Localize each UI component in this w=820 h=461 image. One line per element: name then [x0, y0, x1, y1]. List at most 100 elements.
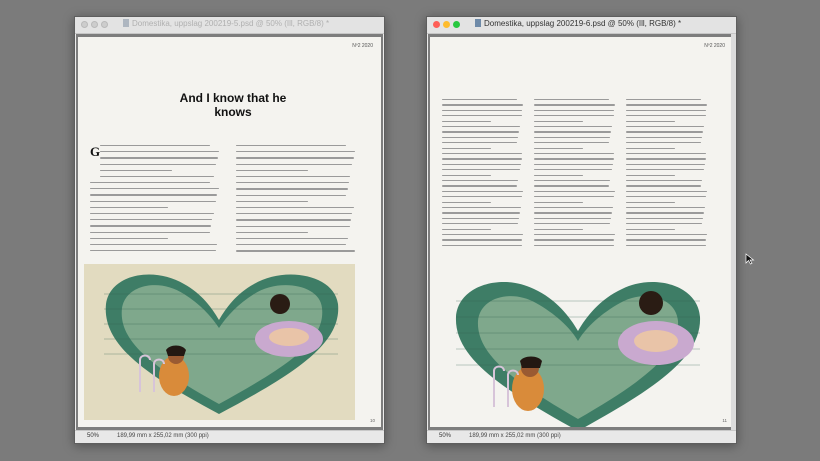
text-line: [90, 188, 219, 190]
mouse-cursor-icon: [745, 253, 755, 265]
zoom-button[interactable]: [453, 21, 460, 28]
close-button[interactable]: [81, 21, 88, 28]
text-line: [626, 147, 676, 149]
text-line: [626, 131, 704, 133]
text-line: [534, 244, 614, 246]
text-line: [100, 157, 218, 159]
text-line: [442, 126, 520, 128]
text-line: [442, 109, 523, 111]
text-line: [626, 120, 676, 122]
page: Nº2 2020 11: [430, 37, 733, 427]
text-line: [626, 104, 708, 106]
text-line: [534, 190, 616, 192]
text-line: [626, 201, 676, 203]
text-line: [534, 136, 611, 138]
text-line: [442, 201, 492, 203]
heart-pool-illustration: [446, 271, 710, 427]
status-bar: 50% 189,99 mm x 255,02 mm (300 ppi): [75, 430, 384, 443]
text-line: [534, 131, 612, 133]
document-dimensions[interactable]: 189,99 mm x 255,02 mm (300 ppi): [117, 433, 209, 439]
text-line: [236, 182, 349, 184]
minimize-button[interactable]: [91, 21, 98, 28]
article-headline: And I know that he knows: [179, 91, 287, 119]
text-line: [534, 234, 616, 236]
text-line: [236, 169, 308, 171]
text-line: [442, 190, 524, 192]
text-line: [626, 212, 704, 214]
text-line: [236, 250, 355, 252]
window-title: Domestika, uppslag 200219-5.psd @ 50% (I…: [123, 19, 329, 28]
text-line: [626, 174, 676, 176]
close-button[interactable]: [433, 21, 440, 28]
document-icon: [475, 19, 481, 27]
page-number: 11: [722, 418, 727, 423]
text-line: [534, 196, 615, 198]
text-line: [100, 163, 217, 165]
text-line: [626, 109, 707, 111]
text-line: [534, 217, 612, 219]
text-line: [534, 147, 584, 149]
text-line: [442, 163, 521, 165]
zoom-level[interactable]: 50%: [439, 433, 451, 439]
text-line: [442, 239, 523, 241]
text-line: [534, 223, 611, 225]
text-line: [626, 126, 704, 128]
zoom-button[interactable]: [101, 21, 108, 28]
title-bar[interactable]: Domestika, uppslag 200219-5.psd @ 50% (I…: [75, 17, 384, 34]
illustration-graphic: [104, 274, 339, 414]
text-line: [626, 153, 707, 155]
title-bar[interactable]: Domestika, uppslag 200219-6.psd @ 50% (I…: [427, 17, 736, 34]
text-line: [534, 163, 613, 165]
text-line: [442, 99, 518, 101]
text-line: [442, 131, 520, 133]
window-title: Domestika, uppslag 200219-6.psd @ 50% (I…: [475, 19, 681, 28]
text-line: [534, 239, 615, 241]
minimize-button[interactable]: [443, 21, 450, 28]
text-line: [236, 163, 353, 165]
text-line: [534, 174, 584, 176]
text-line: [534, 99, 610, 101]
text-line: [626, 207, 705, 209]
text-line: [626, 158, 706, 160]
document-canvas[interactable]: Nº2 2020 11: [428, 34, 735, 430]
text-line: [236, 207, 354, 209]
zoom-level[interactable]: 50%: [87, 433, 99, 439]
text-line: [534, 169, 612, 171]
text-line: [236, 145, 347, 147]
text-line: [442, 115, 522, 117]
text-line: [534, 180, 611, 182]
text-line: [442, 142, 518, 144]
text-line: [442, 120, 492, 122]
text-line: [236, 151, 355, 153]
vertical-scrollbar[interactable]: [731, 34, 736, 430]
issue-label: Nº2 2020: [352, 43, 373, 49]
text-line: [90, 219, 213, 221]
text-line: [100, 151, 219, 153]
document-dimensions[interactable]: 189,99 mm x 255,02 mm (300 ppi): [469, 433, 561, 439]
text-line: [442, 234, 524, 236]
text-line: [90, 231, 210, 233]
text-line: [534, 212, 612, 214]
document-window-left[interactable]: Domestika, uppslag 200219-5.psd @ 50% (I…: [74, 16, 385, 444]
text-line: [442, 212, 520, 214]
text-line: [442, 136, 519, 138]
document-canvas[interactable]: Nº2 2020 And I know that he knows G 10: [76, 34, 383, 430]
text-line: [100, 169, 172, 171]
text-line: [442, 104, 524, 106]
text-line: [90, 200, 217, 202]
text-line: [626, 185, 702, 187]
text-line: [442, 244, 522, 246]
text-line: [100, 176, 214, 178]
text-line: [442, 223, 519, 225]
document-window-right[interactable]: Domestika, uppslag 200219-6.psd @ 50% (I…: [426, 16, 737, 444]
text-line: [534, 201, 584, 203]
text-line: [626, 228, 676, 230]
issue-label: Nº2 2020: [704, 43, 725, 49]
text-line: [90, 237, 168, 239]
text-line: [90, 213, 214, 215]
status-bar: 50% 189,99 mm x 255,02 mm (300 ppi): [427, 430, 736, 443]
text-line: [236, 231, 308, 233]
text-line: [626, 223, 703, 225]
text-line: [236, 213, 353, 215]
text-line: [236, 219, 352, 221]
